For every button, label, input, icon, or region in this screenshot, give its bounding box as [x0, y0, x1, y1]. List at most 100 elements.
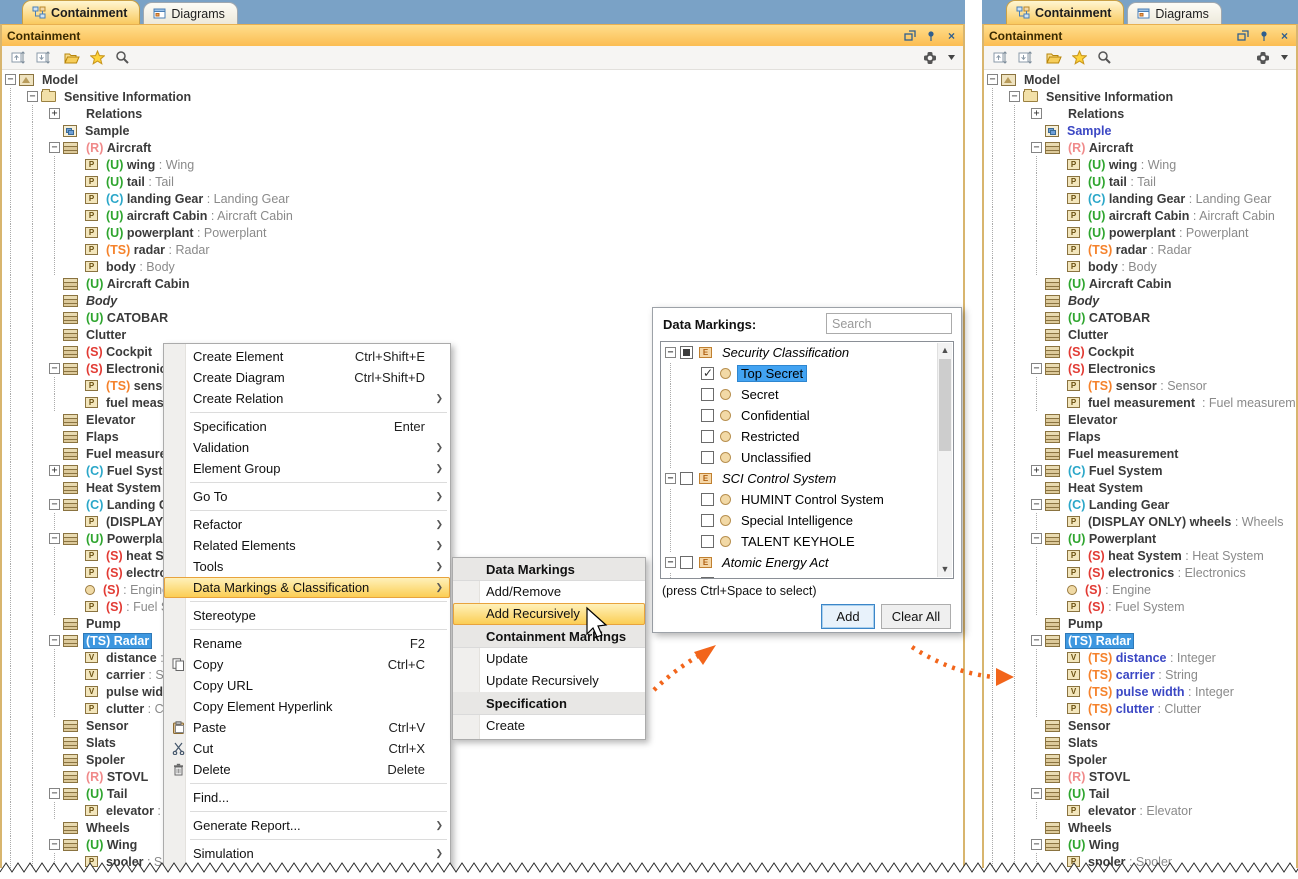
- menu-item-copy-element-hyperlink[interactable]: Copy Element Hyperlink: [164, 696, 450, 717]
- tree-item[interactable]: Slats: [984, 734, 1296, 751]
- scroll-down-icon[interactable]: ▼: [938, 562, 952, 577]
- collapse-icon[interactable]: −: [665, 347, 676, 358]
- scroll-thumb[interactable]: [939, 359, 951, 451]
- marking-checkbox[interactable]: [680, 346, 693, 359]
- tree-item[interactable]: P(S) electronics : Electronics: [984, 564, 1296, 581]
- tree-item[interactable]: −(C) Landing Gear: [984, 496, 1296, 513]
- pin-icon[interactable]: [1257, 29, 1270, 42]
- tree-item[interactable]: Spoler: [2, 751, 963, 768]
- tree-item[interactable]: Elevator: [984, 411, 1296, 428]
- marking-checkbox[interactable]: [701, 451, 714, 464]
- marking-row[interactable]: −ESCI Control System: [661, 468, 953, 489]
- tree-item[interactable]: P(U) tail : Tail: [2, 173, 963, 190]
- marking-row[interactable]: TALENT KEYHOLE: [661, 531, 953, 552]
- tree-item[interactable]: Wheels: [2, 819, 963, 836]
- tab-diagrams[interactable]: Diagrams: [1127, 2, 1222, 24]
- tree-item[interactable]: −(R) Aircraft: [2, 139, 963, 156]
- search-input[interactable]: [826, 313, 952, 334]
- tree-item[interactable]: Wheels: [984, 819, 1296, 836]
- menu-item-delete[interactable]: DeleteDelete: [164, 759, 450, 780]
- tree-item[interactable]: P(S) : Fuel System: [984, 598, 1296, 615]
- tree-item[interactable]: (S) Cockpit: [984, 343, 1296, 360]
- menu-item-create-diagram[interactable]: Create DiagramCtrl+Shift+D: [164, 367, 450, 388]
- marking-checkbox[interactable]: [701, 535, 714, 548]
- collapse-icon[interactable]: −: [49, 363, 60, 374]
- tree-item[interactable]: P(U) wing : Wing: [984, 156, 1296, 173]
- tree-item[interactable]: Pspoler : Spoler: [2, 853, 963, 868]
- scroll-up-icon[interactable]: ▲: [938, 343, 952, 358]
- tree-item[interactable]: −Model: [984, 71, 1296, 88]
- tab-containment[interactable]: Containment: [1006, 0, 1124, 24]
- menu-item-copy-url[interactable]: Copy URL: [164, 675, 450, 696]
- tree-item[interactable]: Flaps: [984, 428, 1296, 445]
- tree-item[interactable]: P(S) heat System : Heat System: [984, 547, 1296, 564]
- menu-item-specification[interactable]: SpecificationEnter: [164, 416, 450, 437]
- tree-item[interactable]: (R) STOVL: [984, 768, 1296, 785]
- settings-icon[interactable]: [922, 50, 938, 66]
- collapse-icon[interactable]: −: [27, 91, 38, 102]
- tree-item[interactable]: P(U) powerplant : Powerplant: [984, 224, 1296, 241]
- marking-row[interactable]: [661, 573, 953, 579]
- tree-item[interactable]: V(TS) carrier : String: [984, 666, 1296, 683]
- settings-icon[interactable]: [1255, 50, 1271, 66]
- collapse-icon[interactable]: −: [49, 499, 60, 510]
- menu-item-generate-report[interactable]: Generate Report...❯: [164, 815, 450, 836]
- tree-item[interactable]: P(U) tail : Tail: [984, 173, 1296, 190]
- tree-item[interactable]: P(TS) radar : Radar: [2, 241, 963, 258]
- tree-item[interactable]: −(U) Wing: [2, 836, 963, 853]
- menu-item-element-group[interactable]: Element Group❯: [164, 458, 450, 479]
- collapse-selected-icon[interactable]: [35, 50, 51, 66]
- tree-item[interactable]: +Relations: [984, 105, 1296, 122]
- collapse-selected-icon[interactable]: [1017, 50, 1033, 66]
- menu-item-tools[interactable]: Tools❯: [164, 556, 450, 577]
- tree-item[interactable]: −(U) Tail: [2, 785, 963, 802]
- tree-item[interactable]: −(U) Tail: [984, 785, 1296, 802]
- menu-item-cut[interactable]: CutCtrl+X: [164, 738, 450, 759]
- collapse-icon[interactable]: −: [1031, 788, 1042, 799]
- tree-item[interactable]: V(TS) pulse width : Integer: [984, 683, 1296, 700]
- tree-item[interactable]: Heat System: [984, 479, 1296, 496]
- tree-item[interactable]: Pump: [984, 615, 1296, 632]
- expand-icon[interactable]: +: [49, 465, 60, 476]
- marking-row[interactable]: Confidential: [661, 405, 953, 426]
- close-icon[interactable]: ×: [1278, 29, 1291, 42]
- tree-item[interactable]: −(U) Powerplant: [984, 530, 1296, 547]
- tree-item[interactable]: Sample: [2, 122, 963, 139]
- tree-item[interactable]: −(TS) Radar: [984, 632, 1296, 649]
- collapse-icon[interactable]: −: [987, 74, 998, 85]
- expand-icon[interactable]: +: [49, 108, 60, 119]
- float-icon[interactable]: [903, 29, 916, 42]
- marking-checkbox[interactable]: [680, 472, 693, 485]
- tree-item[interactable]: Pelevator : Elevator: [2, 802, 963, 819]
- settings-caret-icon[interactable]: [1280, 50, 1288, 66]
- menu-item-create-relation[interactable]: Create Relation❯: [164, 388, 450, 409]
- tree-item[interactable]: P(DISPLAY ONLY) wheels : Wheels: [984, 513, 1296, 530]
- collapse-icon[interactable]: −: [49, 142, 60, 153]
- tree-item[interactable]: P(U) aircraft Cabin : Aircraft Cabin: [984, 207, 1296, 224]
- expand-icon[interactable]: +: [1031, 108, 1042, 119]
- tree-item[interactable]: Sample: [984, 122, 1296, 139]
- marking-row[interactable]: Restricted: [661, 426, 953, 447]
- tree-item[interactable]: V(TS) distance : Integer: [984, 649, 1296, 666]
- open-folder-icon[interactable]: [64, 50, 80, 66]
- tree-item[interactable]: −(U) Wing: [984, 836, 1296, 853]
- tree-item[interactable]: (R) STOVL: [2, 768, 963, 785]
- submenu-item-create[interactable]: Create: [453, 715, 645, 737]
- float-icon[interactable]: [1236, 29, 1249, 42]
- tree-item[interactable]: P(TS) clutter : Clutter: [984, 700, 1296, 717]
- tree-item[interactable]: −(S) Electronics: [984, 360, 1296, 377]
- submenu-item-add-remove[interactable]: Add/Remove: [453, 581, 645, 603]
- menu-item-stereotype[interactable]: Stereotype: [164, 605, 450, 626]
- tree-item[interactable]: Pelevator : Elevator: [984, 802, 1296, 819]
- tree-item[interactable]: Pbody : Body: [2, 258, 963, 275]
- tree-item[interactable]: Pspoler : Spoler: [984, 853, 1296, 868]
- collapse-icon[interactable]: −: [1031, 142, 1042, 153]
- tree-item[interactable]: Body: [984, 292, 1296, 309]
- tree-item[interactable]: −(R) Aircraft: [984, 139, 1296, 156]
- tree-item[interactable]: (U) CATOBAR: [984, 309, 1296, 326]
- marking-checkbox[interactable]: [701, 514, 714, 527]
- collapse-icon[interactable]: −: [665, 557, 676, 568]
- tree-item[interactable]: Clutter: [984, 326, 1296, 343]
- collapse-icon[interactable]: −: [49, 635, 60, 646]
- open-folder-icon[interactable]: [1046, 50, 1062, 66]
